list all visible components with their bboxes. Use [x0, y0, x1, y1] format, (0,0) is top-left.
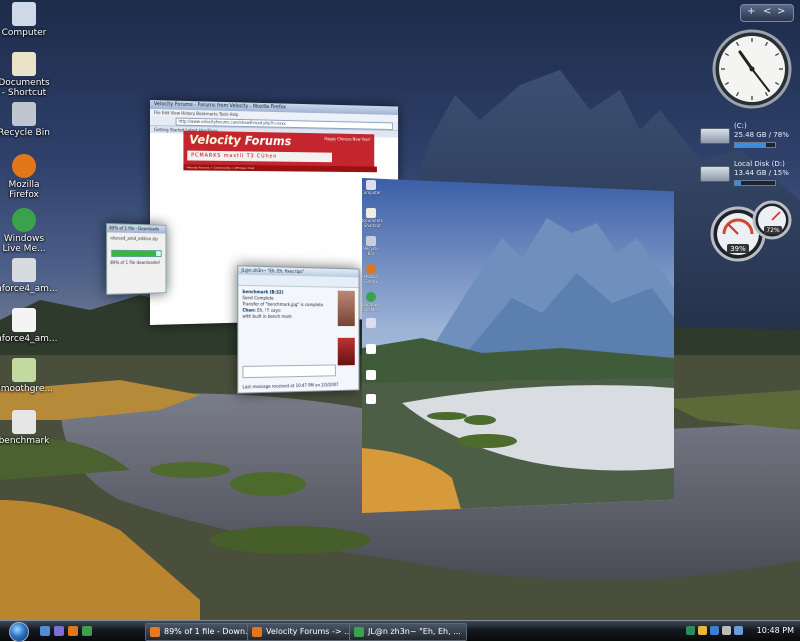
- messenger-icon: [12, 208, 36, 232]
- site-logo[interactable]: Velocity Forums: [189, 133, 291, 148]
- drive-size: 13.44 GB / 15%: [734, 169, 789, 177]
- switch-windows-icon[interactable]: [54, 626, 64, 636]
- download-progress-bar: [111, 249, 162, 258]
- image-file-icon: [12, 410, 36, 434]
- next-gadget-page-button[interactable]: >: [777, 6, 785, 17]
- clock-time[interactable]: 10:48 PM: [757, 621, 794, 641]
- hard-drive-icon: [700, 128, 730, 144]
- drive-usage-fill: [735, 143, 767, 147]
- desktop-icon-windows-live-messenger[interactable]: Windows Live Me...: [0, 208, 52, 254]
- firefox-icon: [12, 154, 36, 178]
- banner-greeting: Happy Chinese New Year!: [324, 136, 371, 142]
- message-input[interactable]: [242, 364, 336, 379]
- archive-icon: [366, 318, 376, 328]
- cpu-meter-gadget[interactable]: 39% 72%: [710, 200, 794, 262]
- drive-gadget-d[interactable]: Local Disk (D:) 13.44 GB / 15%: [700, 160, 790, 200]
- desktop-icon-recycle-bin[interactable]: Recycle Bin: [0, 102, 52, 138]
- drive-gadget-c[interactable]: (C:) 25.48 GB / 78%: [700, 122, 790, 162]
- desktop-icon-smoothgre[interactable]: smoothgre...: [0, 358, 53, 394]
- last-message-info: Last message received at 10:47 PM on 2/3…: [242, 382, 339, 390]
- window-title: 89% of 1 file - Downloads: [107, 224, 166, 234]
- desktop-preview-image: [362, 178, 674, 513]
- archive-icon: [12, 258, 36, 282]
- image-file-icon: [12, 358, 36, 382]
- recycle-bin-icon: [366, 236, 376, 246]
- drive-name: (C:): [734, 122, 747, 130]
- messenger-chat-window[interactable]: JL@n zh3n~ "Eh, Eh, fixes tips" benchmar…: [237, 265, 360, 394]
- document-icon: [12, 308, 36, 332]
- taskbar-button-download[interactable]: 89% of 1 file - Down...: [145, 623, 263, 641]
- memory-percent: 72%: [766, 227, 780, 234]
- desktop-icon-benchmark[interactable]: benchmark: [0, 410, 52, 446]
- drive-name: Local Disk (D:): [734, 160, 785, 168]
- desktop-icon-nforce4-2[interactable]: nforce4_am...: [0, 308, 57, 344]
- drive-usage-bar: [734, 142, 776, 148]
- display-icon[interactable]: [734, 626, 743, 635]
- chat-history: benchmark (B:32) Send Complete Transfer …: [242, 288, 325, 319]
- taskbar-button-firefox[interactable]: Velocity Forums -> ...: [247, 623, 365, 641]
- breadcrumb[interactable]: Velocity Forums > Community > Off-topic …: [183, 164, 377, 173]
- firefox-icon: [366, 264, 376, 274]
- folder-shortcut-icon: [12, 52, 36, 76]
- network-icon[interactable]: [686, 626, 695, 635]
- preview-icon-computer: Computer: [362, 180, 382, 195]
- drive-usage-fill: [735, 181, 741, 185]
- preview-icon-image: [362, 370, 382, 380]
- taskbar: 89% of 1 file - Down... Velocity Forums …: [0, 620, 800, 642]
- folder-shortcut-icon: [366, 208, 376, 218]
- firefox-icon: [252, 627, 262, 637]
- download-icon: [150, 627, 160, 637]
- windows-logo-icon: [9, 622, 29, 642]
- desktop-icon-computer[interactable]: Computer: [0, 2, 52, 38]
- chat-toolbar[interactable]: [238, 274, 359, 289]
- volume-icon[interactable]: [722, 626, 731, 635]
- sidebar-controls: + < >: [740, 4, 794, 22]
- preview-icon-firefox: Mozilla Firefox: [362, 264, 382, 284]
- desktop-icon-firefox[interactable]: Mozilla Firefox: [0, 154, 52, 200]
- desktop-icon-documents[interactable]: Documents - Shortcut: [0, 52, 52, 98]
- preview-icon-recycle-bin: Recycle Bin: [362, 236, 382, 256]
- preview-icon-document: [362, 344, 382, 354]
- progress-fill: [112, 250, 156, 257]
- show-desktop-icon[interactable]: [40, 626, 50, 636]
- drive-usage-bar: [734, 180, 776, 186]
- document-icon: [366, 344, 376, 354]
- preview-icon-messenger: Windows Live Me...: [362, 292, 382, 312]
- cpu-percent: 39%: [730, 245, 746, 253]
- computer-icon: [366, 180, 376, 190]
- preview-icon-documents: Documents - Shortcut: [362, 208, 383, 228]
- desktop-preview-window[interactable]: Computer Documents - Shortcut Recycle Bi…: [362, 178, 674, 513]
- previous-gadget-page-button[interactable]: <: [763, 6, 771, 17]
- security-icon[interactable]: [698, 626, 707, 635]
- image-file-icon: [366, 370, 376, 380]
- messenger-tray-icon[interactable]: [710, 626, 719, 635]
- preview-icon-image-2: [362, 394, 382, 404]
- start-button[interactable]: [4, 621, 34, 642]
- drive-size: 25.48 GB / 78%: [734, 131, 789, 139]
- clock-gadget[interactable]: [712, 28, 792, 110]
- image-file-icon: [366, 394, 376, 404]
- download-status: 89% of 1 file downloaded: [110, 259, 160, 266]
- download-window[interactable]: 89% of 1 file - Downloads nforce4_amd_ed…: [106, 223, 167, 295]
- messenger-icon: [354, 627, 364, 637]
- computer-icon: [12, 2, 36, 26]
- add-gadget-button[interactable]: +: [747, 6, 755, 17]
- system-tray: 10:48 PM: [682, 621, 800, 641]
- firefox-quicklaunch-icon[interactable]: [68, 626, 78, 636]
- desktop-icon-nforce4-1[interactable]: nforce4_am...: [0, 258, 57, 294]
- taskbar-button-chat[interactable]: JL@n zh3n~ "Eh, Eh, ...: [349, 623, 467, 641]
- hard-drive-icon: [700, 166, 730, 182]
- recycle-bin-icon: [12, 102, 36, 126]
- messenger-icon: [366, 292, 376, 302]
- sponsor-strip[interactable]: PCMARKS maxtll T3 CUhen: [187, 150, 333, 163]
- messenger-quicklaunch-icon[interactable]: [82, 626, 92, 636]
- download-file-name: nforce4_amd_edition.zip: [110, 235, 158, 242]
- user-avatar: [337, 337, 355, 366]
- forum-banner: Velocity Forums Happy Chinese New Year! …: [183, 130, 377, 173]
- contact-avatar: [337, 290, 355, 327]
- preview-icon-archive: [362, 318, 382, 328]
